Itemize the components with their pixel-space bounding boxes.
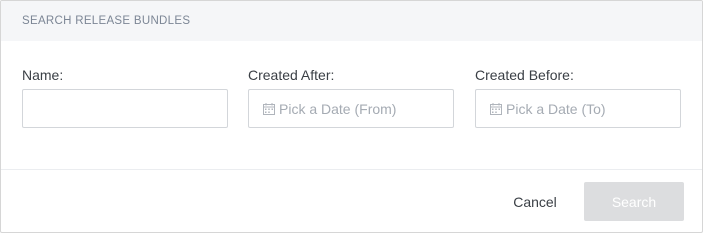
- name-label: Name:: [22, 67, 64, 83]
- name-field-group: Name:: [22, 67, 228, 128]
- dialog-header: SEARCH RELEASE BUNDLES: [1, 1, 702, 41]
- search-button[interactable]: Search: [584, 182, 684, 221]
- search-release-bundles-dialog: SEARCH RELEASE BUNDLES Name: Created Aft…: [0, 0, 703, 233]
- created-before-label: Created Before:: [475, 67, 574, 83]
- created-after-placeholder: Pick a Date (From): [279, 100, 397, 117]
- created-after-field-group: Created After: Pick a Date (From): [248, 67, 454, 128]
- created-after-label: Created After:: [248, 67, 335, 83]
- dialog-title: SEARCH RELEASE BUNDLES: [22, 15, 191, 27]
- created-before-date-input[interactable]: Pick a Date (To): [475, 89, 681, 128]
- calendar-icon: [490, 102, 502, 115]
- name-input[interactable]: [22, 89, 228, 128]
- created-before-field-group: Created Before: Pick a Date (To): [475, 67, 681, 128]
- created-after-date-input[interactable]: Pick a Date (From): [248, 89, 454, 128]
- dialog-body: Name: Created After: Pick a Date (From) …: [1, 41, 702, 169]
- created-before-placeholder: Pick a Date (To): [506, 100, 606, 117]
- dialog-footer: Cancel Search: [1, 170, 702, 232]
- calendar-icon: [263, 102, 275, 115]
- cancel-button[interactable]: Cancel: [496, 182, 574, 222]
